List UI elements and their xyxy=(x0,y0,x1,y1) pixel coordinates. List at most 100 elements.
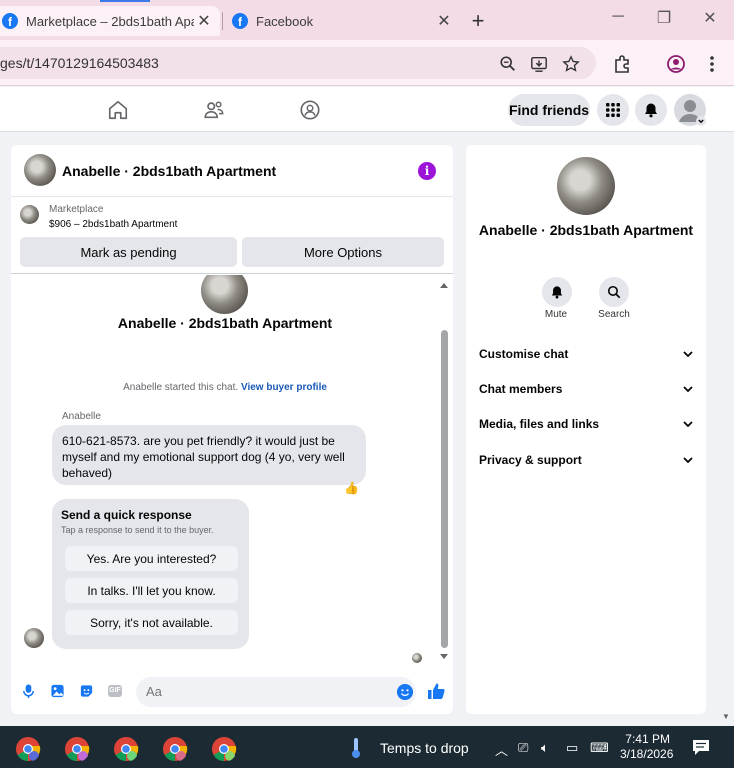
quick-response-card: Send a quick response Tap a response to … xyxy=(52,499,249,649)
section-privacy-support[interactable]: Privacy & support xyxy=(479,450,693,470)
section-label: Chat members xyxy=(479,382,563,396)
address-bar-row: ges/t/1470129164503483 xyxy=(0,40,734,86)
profile-avatar[interactable] xyxy=(557,157,615,215)
find-friends-button[interactable]: Find friends xyxy=(508,94,590,126)
chrome-app-icon[interactable] xyxy=(162,736,188,762)
account-avatar[interactable] xyxy=(674,94,706,126)
scroll-up-icon[interactable] xyxy=(439,281,449,289)
bookmark-star-icon[interactable] xyxy=(562,55,580,73)
tab-title: Facebook xyxy=(256,13,314,29)
search-icon xyxy=(607,285,621,299)
thumbs-up-reaction-icon: 👍 xyxy=(344,481,359,495)
groups-icon[interactable] xyxy=(299,99,321,121)
incoming-message-bubble[interactable]: 610-621-8573. are you pet friendly? it w… xyxy=(52,425,366,485)
sticker-icon[interactable] xyxy=(79,683,94,699)
scroll-down-icon[interactable] xyxy=(439,653,449,661)
section-label: Media, files and links xyxy=(479,417,600,431)
chevron-down-icon xyxy=(683,457,693,463)
chrome-app-icon[interactable] xyxy=(113,736,139,762)
chrome-app-icon[interactable] xyxy=(211,736,237,762)
new-tab-button[interactable]: + xyxy=(467,8,489,34)
mute-label: Mute xyxy=(544,309,568,320)
camera-icon[interactable]: ⎚ xyxy=(518,740,528,756)
scrollbar-thumb[interactable] xyxy=(441,330,448,648)
quick-reply-in-talks[interactable]: In talks. I'll let you know. xyxy=(65,578,238,603)
network-icon[interactable]: ▭ xyxy=(566,740,578,756)
omnibox[interactable]: ges/t/1470129164503483 xyxy=(0,47,596,79)
clock-date: 3/18/2026 xyxy=(620,747,674,761)
notifications-button[interactable] xyxy=(635,94,667,126)
message-input-box[interactable] xyxy=(136,677,416,707)
quick-response-subtitle: Tap a response to send it to the buyer. xyxy=(61,525,214,535)
facebook-favicon-icon: f xyxy=(232,13,248,29)
extensions-icon[interactable] xyxy=(612,54,632,74)
search-label: Search xyxy=(598,309,630,320)
windows-taskbar: Temps to drop ︿ ⎚ 🔈︎ ▭ ⌨ 7:41 PM 3/18/20… xyxy=(0,726,734,768)
zoom-icon[interactable] xyxy=(499,55,517,73)
microphone-icon[interactable] xyxy=(21,683,36,699)
url-text[interactable]: ges/t/1470129164503483 xyxy=(0,55,159,71)
view-buyer-profile-link[interactable]: View buyer profile xyxy=(241,382,327,393)
section-chat-members[interactable]: Chat members xyxy=(479,379,693,399)
quick-reply-interested[interactable]: Yes. Are you interested? xyxy=(65,546,238,571)
like-thumb-icon[interactable] xyxy=(427,682,445,700)
search-button[interactable] xyxy=(599,277,629,307)
chat-details-sidebar: Anabelle · 2bds1bath Apartment Mute Sear… xyxy=(466,145,706,714)
message-composer: GIF xyxy=(11,675,453,709)
marketplace-label: Marketplace xyxy=(49,204,104,215)
mute-button[interactable] xyxy=(542,277,572,307)
listing-price-title[interactable]: $906 – 2bds1bath Apartment xyxy=(49,219,177,230)
close-tab-icon[interactable]: ✕ xyxy=(434,11,454,31)
chevron-down-icon xyxy=(683,351,693,357)
tab-divider xyxy=(222,12,223,30)
tab-marketplace[interactable]: f Marketplace – 2bds1bath Apart ✕ xyxy=(0,6,220,36)
sender-name: Anabelle xyxy=(62,411,101,422)
section-media-files-links[interactable]: Media, files and links xyxy=(479,414,693,434)
gif-icon[interactable]: GIF xyxy=(108,685,122,697)
section-label: Customise chat xyxy=(479,347,569,361)
profile-icon[interactable] xyxy=(666,54,686,74)
more-options-button[interactable]: More Options xyxy=(242,237,444,267)
listing-thumbnail[interactable] xyxy=(20,205,39,224)
chrome-app-icon[interactable] xyxy=(64,736,90,762)
photo-icon[interactable] xyxy=(50,683,65,699)
home-icon[interactable] xyxy=(107,99,129,121)
show-hidden-icons-icon[interactable]: ︿ xyxy=(495,740,508,759)
tab-facebook[interactable]: f Facebook ✕ xyxy=(226,6,460,36)
message-thread: Anabelle · 2bds1bath Apartment Anabelle … xyxy=(11,275,453,668)
quick-reply-not-available[interactable]: Sorry, it's not available. xyxy=(65,610,238,635)
facebook-favicon-icon: f xyxy=(2,13,18,29)
minimize-icon[interactable]: ─ xyxy=(608,8,628,26)
chat-started-note: Anabelle started this chat. View buyer p… xyxy=(11,382,439,393)
chrome-app-icon[interactable] xyxy=(15,736,41,762)
menu-grid-button[interactable] xyxy=(597,94,629,126)
close-window-icon[interactable]: ✕ xyxy=(700,8,720,28)
thread-title: Anabelle · 2bds1bath Apartment xyxy=(117,315,333,331)
keyboard-icon[interactable]: ⌨ xyxy=(590,740,609,756)
chevron-down-icon xyxy=(683,386,693,392)
browser-menu-icon[interactable] xyxy=(702,54,722,74)
restore-icon[interactable]: ❐ xyxy=(654,8,674,28)
contact-avatar[interactable] xyxy=(24,154,56,186)
section-customise-chat[interactable]: Customise chat xyxy=(479,344,693,364)
system-clock[interactable]: 7:41 PM 3/18/2026 xyxy=(620,732,674,762)
mark-as-pending-button[interactable]: Mark as pending xyxy=(20,237,237,267)
sender-avatar[interactable] xyxy=(24,628,44,648)
notification-center-icon[interactable] xyxy=(692,739,710,756)
page-scroll-down-icon[interactable]: ▼ xyxy=(722,712,730,721)
weather-text[interactable]: Temps to drop xyxy=(380,740,469,756)
volume-icon[interactable]: 🔈︎ xyxy=(541,740,549,756)
emoji-icon[interactable] xyxy=(397,684,413,700)
info-icon[interactable]: i xyxy=(418,162,436,180)
install-app-icon[interactable] xyxy=(530,55,548,73)
thermometer-icon[interactable] xyxy=(350,737,362,759)
thread-avatar xyxy=(201,275,248,314)
section-label: Privacy & support xyxy=(479,453,582,467)
bell-icon xyxy=(551,286,563,299)
chat-title[interactable]: Anabelle · 2bds1bath Apartment xyxy=(62,163,276,179)
friends-icon[interactable] xyxy=(203,99,225,121)
chat-panel: Anabelle · 2bds1bath Apartment i Marketp… xyxy=(11,145,453,714)
message-input[interactable] xyxy=(146,684,386,699)
clock-time: 7:41 PM xyxy=(625,732,670,746)
close-tab-icon[interactable]: ✕ xyxy=(194,11,214,31)
